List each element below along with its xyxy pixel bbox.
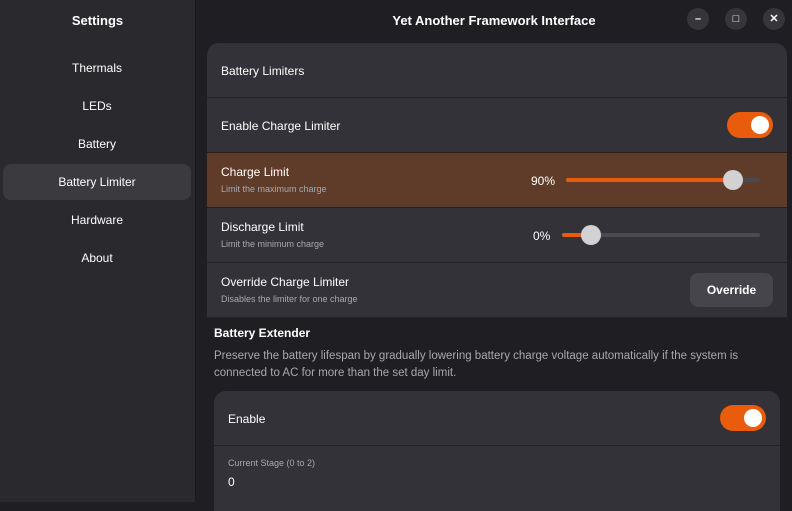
- extender-enable-toggle[interactable]: [720, 405, 766, 431]
- discharge-limit-label: Discharge Limit: [221, 220, 304, 234]
- battery-extender-card: Enable Current Stage (0 to 2) 0: [214, 391, 780, 511]
- sidebar-item-thermals[interactable]: Thermals: [3, 50, 191, 86]
- title-bar: Yet Another Framework Interface – □ ✕: [196, 0, 792, 40]
- charge-limit-row: Charge Limit Limit the maximum charge 90…: [207, 153, 787, 208]
- charge-limit-slider[interactable]: [566, 170, 760, 190]
- section-title: Battery Limiters: [221, 64, 305, 78]
- sidebar: Settings Thermals LEDs Battery Battery L…: [0, 0, 196, 502]
- sidebar-item-about[interactable]: About: [3, 240, 191, 276]
- close-button[interactable]: ✕: [763, 8, 785, 30]
- override-label: Override Charge Limiter: [221, 275, 350, 289]
- discharge-limit-desc: Limit the minimum charge: [221, 239, 325, 249]
- sidebar-item-hardware[interactable]: Hardware: [3, 202, 191, 238]
- section-header: Battery Limiters: [207, 43, 787, 98]
- maximize-button[interactable]: □: [725, 8, 747, 30]
- discharge-limit-row: Discharge Limit Limit the minimum charge…: [207, 208, 787, 263]
- sidebar-item-leds[interactable]: LEDs: [3, 88, 191, 124]
- enable-charge-limiter-toggle[interactable]: [727, 112, 773, 138]
- sidebar-item-battery[interactable]: Battery: [3, 126, 191, 162]
- minimize-button[interactable]: –: [687, 8, 709, 30]
- extender-enable-row: Enable: [214, 391, 780, 446]
- sidebar-title: Settings: [71, 13, 124, 28]
- enable-charge-limiter-row: Enable Charge Limiter: [207, 98, 787, 153]
- charge-limit-desc: Limit the maximum charge: [221, 184, 327, 194]
- charge-limit-fill: [566, 178, 733, 182]
- charge-limit-handle[interactable]: [722, 170, 743, 190]
- discharge-limit-value: 0%: [533, 229, 551, 243]
- battery-extender-title: Battery Extender: [214, 326, 311, 340]
- battery-extender-section: Battery Extender Preserve the battery li…: [214, 326, 780, 382]
- charge-limit-label: Charge Limit: [221, 165, 290, 179]
- sidebar-item-battery-limiter[interactable]: Battery Limiter: [3, 164, 191, 200]
- current-stage-label: Current Stage (0 to 2): [228, 458, 316, 468]
- override-desc: Disables the limiter for one charge: [221, 294, 358, 304]
- enable-charge-limiter-label: Enable Charge Limiter: [221, 119, 341, 133]
- current-stage-value[interactable]: 0: [228, 475, 235, 489]
- discharge-limit-handle[interactable]: [581, 225, 601, 245]
- charge-limit-value: 90%: [531, 174, 556, 188]
- extender-enable-label: Enable: [228, 412, 266, 426]
- battery-limiters-card: Battery Limiters Enable Charge Limiter C…: [207, 43, 787, 318]
- discharge-limit-slider[interactable]: [562, 225, 760, 245]
- battery-extender-desc: Preserve the battery lifespan by gradual…: [214, 350, 739, 379]
- override-row: Override Charge Limiter Disables the lim…: [207, 263, 787, 318]
- override-button[interactable]: Override: [690, 273, 773, 307]
